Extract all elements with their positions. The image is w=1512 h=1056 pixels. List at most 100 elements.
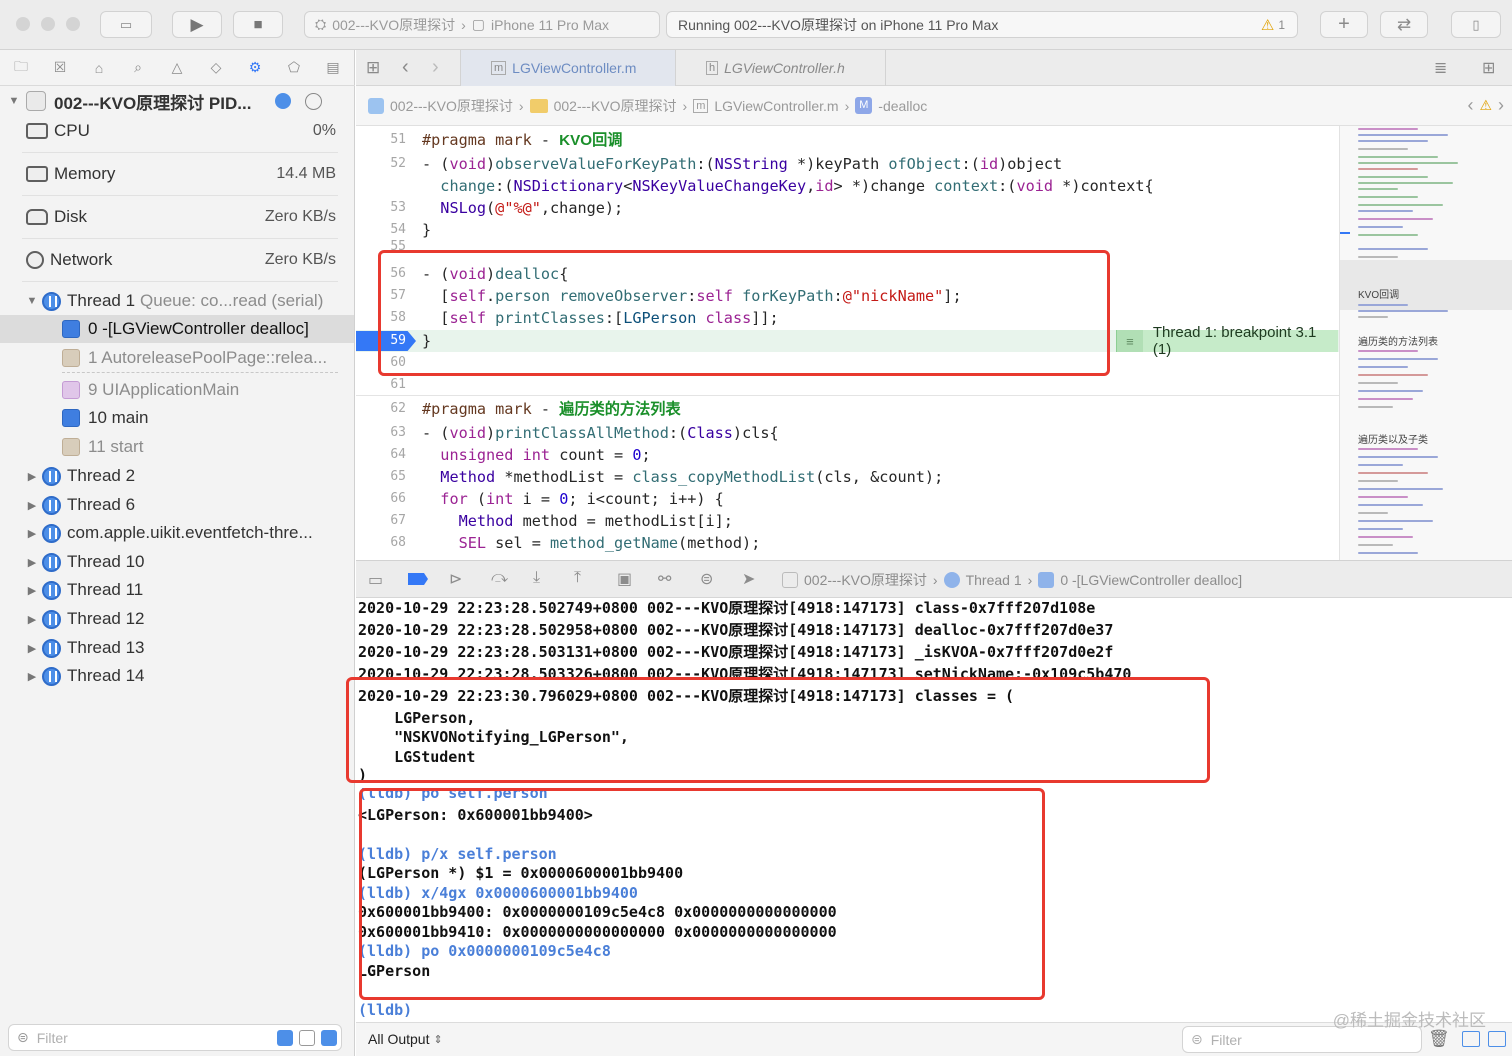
navigator-filter[interactable]: ⊜ Filter <box>8 1024 342 1051</box>
disclosure-right-icon[interactable]: ▶ <box>26 556 38 569</box>
breakpoint-icon[interactable]: ⬠ <box>281 59 307 76</box>
thread-row[interactable]: ▶ Thread 13 <box>0 636 354 660</box>
filter-options-icon[interactable] <box>277 1029 293 1046</box>
environment-icon[interactable]: ⊜ <box>700 569 713 589</box>
thread-row[interactable]: ▶ Thread 14 <box>0 664 354 688</box>
frame-row-9[interactable]: 9 UIApplicationMain <box>0 378 354 402</box>
frame-row-0[interactable]: 0 -[LGViewController dealloc] <box>0 315 354 343</box>
thread-row[interactable]: ▶ com.apple.uikit.eventfetch-thre... <box>0 521 354 545</box>
debug-crumb[interactable]: Thread 1 <box>966 572 1022 588</box>
frame-row-1[interactable]: 1 AutoreleasePoolPage::relea... <box>0 346 354 370</box>
disclosure-right-icon[interactable]: ▶ <box>26 499 38 512</box>
debug-console[interactable]: 2020-10-29 22:23:28.502749+0800 002---KV… <box>356 598 1512 1022</box>
frame-row-11[interactable]: 11 start <box>0 435 354 459</box>
minimize-window-button[interactable] <box>41 17 55 31</box>
breakpoints-toggle-icon[interactable] <box>408 573 428 585</box>
tab-lgviewcontroller-m[interactable]: m LGViewController.m <box>460 50 676 86</box>
disclosure-right-icon[interactable]: ▶ <box>26 613 38 626</box>
step-into-icon[interactable]: ⤓ <box>533 569 540 587</box>
gauge-label: CPU <box>54 121 90 140</box>
scheme-selector[interactable]: ⛭ 002---KVO原理探讨 › ▢ iPhone 11 Pro Max <box>304 11 660 38</box>
run-button[interactable]: ▶ <box>172 11 222 38</box>
minimap[interactable]: KVO回调 遍历类的方法列表 遍历类以及子类 <box>1339 126 1512 560</box>
step-out-icon[interactable]: ⤒ <box>574 569 581 587</box>
breadcrumb-item[interactable]: LGViewController.m <box>714 98 838 114</box>
debug-crumb[interactable]: 0 -[LGViewController dealloc] <box>1060 572 1242 588</box>
thread-row[interactable]: ▶ Thread 11 <box>0 578 354 602</box>
toggle-navigator-button[interactable]: ▭ <box>100 11 152 38</box>
breadcrumb-item[interactable]: -dealloc <box>878 98 927 114</box>
disclosure-right-icon[interactable]: ▶ <box>26 527 38 540</box>
back-icon[interactable]: ‹ <box>402 56 409 79</box>
report-icon[interactable]: ▤ <box>320 59 346 76</box>
source-editor[interactable]: 51 #pragma mark - KVO回调 52- (void)observe… <box>356 126 1339 560</box>
tab-lgviewcontroller-h[interactable]: h LGViewController.h <box>676 50 886 86</box>
disclosure-right-icon[interactable]: ▶ <box>26 670 38 683</box>
chevron-right-icon[interactable]: › <box>1498 95 1504 116</box>
forward-icon[interactable]: › <box>432 56 439 79</box>
thread-row[interactable]: ▶ Thread 6 <box>0 493 354 517</box>
frame-row-10[interactable]: 10 main <box>0 406 354 430</box>
thread-row[interactable]: ▶ Thread 12 <box>0 607 354 631</box>
debug-crumb[interactable]: 002---KVO原理探讨 <box>804 570 927 590</box>
m-file-icon: m <box>693 98 709 113</box>
memory-graph-icon[interactable]: ⚯ <box>658 569 671 589</box>
trash-icon[interactable]: 🗑 <box>1428 1029 1450 1049</box>
split-left-icon[interactable] <box>1462 1031 1480 1047</box>
console-line: (lldb) po self.person <box>358 788 548 802</box>
breadcrumb-item[interactable]: 002---KVO原理探讨 <box>554 96 677 116</box>
disk-icon <box>26 209 48 225</box>
disclosure-right-icon[interactable]: ▶ <box>26 470 38 483</box>
folder-icon <box>529 98 548 113</box>
stop-button[interactable]: ■ <box>233 11 283 38</box>
add-editor-icon[interactable]: ⊞ <box>1482 58 1495 78</box>
app-icon <box>782 571 798 588</box>
source-control-icon[interactable]: ☒ <box>47 59 73 76</box>
disclosure-down-icon[interactable]: ▼ <box>8 95 20 107</box>
uikit-frame-icon <box>62 381 80 399</box>
gauge-disk[interactable]: Disk Zero KB/s <box>22 196 338 239</box>
output-selector[interactable]: All Output ⇕ <box>368 1031 443 1047</box>
add-library-button[interactable]: + <box>1320 11 1368 38</box>
warning-icon[interactable]: ⚠ <box>1261 16 1274 34</box>
pause-thread-icon[interactable] <box>305 92 323 110</box>
search-icon[interactable]: ⌕ <box>125 59 151 76</box>
disclosure-right-icon[interactable]: ▶ <box>26 584 38 597</box>
thread-row[interactable]: ▶ Thread 10 <box>0 550 354 574</box>
test-icon[interactable]: ◇ <box>203 59 229 76</box>
gauge-memory[interactable]: Memory 14.4 MB <box>22 153 338 196</box>
globe-icon <box>26 251 44 269</box>
code-review-button[interactable]: ⇄ <box>1380 11 1428 38</box>
thread-row-1[interactable]: ▼ Thread 1 Queue: co...read (serial) <box>0 290 354 312</box>
debug-icon[interactable]: ⚙ <box>242 59 268 76</box>
zoom-window-button[interactable] <box>66 17 80 31</box>
breakpoint-annotation: ≡ Thread 1: breakpoint 3.1 (1) <box>1116 324 1338 358</box>
issue-icon[interactable]: △ <box>164 59 190 76</box>
toggle-inspector-button[interactable]: ▯ <box>1451 11 1501 38</box>
grid-icon[interactable]: ⊞ <box>366 58 380 78</box>
editor-options-icon[interactable]: ≣ <box>1434 58 1447 78</box>
location-icon[interactable]: ➤ <box>742 569 755 589</box>
close-window-button[interactable] <box>16 17 30 31</box>
gauge-cpu[interactable]: CPU 0% <box>22 110 338 153</box>
frame-divider <box>62 372 338 373</box>
view-hierarchy-icon[interactable]: ▣ <box>617 569 632 589</box>
breadcrumb-item[interactable]: 002---KVO原理探讨 <box>390 96 513 116</box>
code-line: 61 <box>390 377 406 392</box>
disclosure-right-icon[interactable]: ▶ <box>26 642 38 655</box>
folder-icon[interactable]: 🗀 <box>8 56 34 80</box>
thread-row[interactable]: ▶ Thread 2 <box>0 464 354 488</box>
chevron-left-icon[interactable]: ‹ <box>1467 95 1473 116</box>
symbol-icon[interactable]: ⌂ <box>86 60 112 76</box>
gauge-network[interactable]: Network Zero KB/s <box>22 239 338 282</box>
continue-icon[interactable]: ⊳ <box>449 569 462 589</box>
info-icon[interactable] <box>275 93 292 109</box>
filter-options-icon[interactable] <box>299 1029 315 1046</box>
hide-debug-area-icon[interactable]: ▭ <box>368 570 383 590</box>
step-over-icon[interactable]: ⤼ <box>491 569 508 587</box>
warning-icon[interactable]: ⚠ <box>1479 97 1492 114</box>
disclosure-down-icon[interactable]: ▼ <box>26 295 38 307</box>
filter-options-icon[interactable] <box>321 1029 337 1046</box>
lldb-prompt[interactable]: (lldb) <box>358 1000 412 1020</box>
split-right-icon[interactable] <box>1488 1031 1506 1047</box>
